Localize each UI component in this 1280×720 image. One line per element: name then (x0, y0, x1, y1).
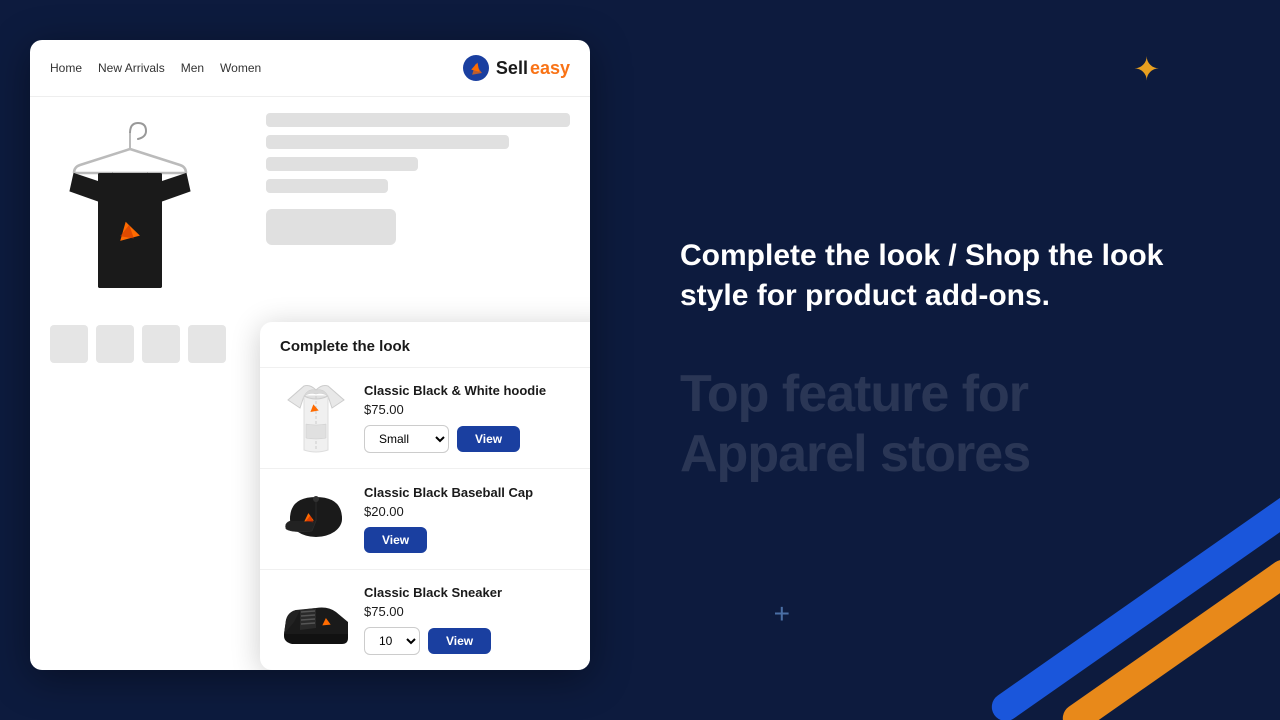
thumb-4[interactable] (188, 325, 226, 363)
logo-icon (462, 54, 490, 82)
cap-details: Classic Black Baseball Cap $20.00 View (364, 485, 590, 553)
nav-new-arrivals[interactable]: New Arrivals (98, 61, 165, 75)
skeleton-title (266, 113, 570, 127)
sub-headline: Top feature for Apparel stores (680, 365, 1220, 485)
skeleton-subtitle (266, 135, 509, 149)
sneaker-svg (280, 592, 352, 648)
hoodie-name: Classic Black & White hoodie (364, 383, 590, 398)
cap-view-button[interactable]: View (364, 527, 427, 553)
skeleton-line3 (266, 157, 418, 171)
navigation-bar: Home New Arrivals Men Women Selleasy (30, 40, 590, 97)
logo-easy: easy (530, 58, 570, 79)
sub-line2: Apparel stores (680, 425, 1220, 485)
product-row-cap: Classic Black Baseball Cap $20.00 View (260, 469, 590, 570)
tshirt-svg (60, 121, 200, 306)
brand-logo: Selleasy (462, 54, 570, 82)
cap-actions: View (364, 527, 590, 553)
sneaker-details: Classic Black Sneaker $75.00 8 9 10 11 1… (364, 585, 590, 655)
browser-panel: Home New Arrivals Men Women Selleasy (0, 0, 620, 720)
thumb-3[interactable] (142, 325, 180, 363)
hoodie-view-button[interactable]: View (457, 426, 520, 452)
nav-women[interactable]: Women (220, 61, 261, 75)
nav-home[interactable]: Home (50, 61, 82, 75)
sub-line1: Top feature for (680, 365, 1220, 425)
sneaker-image (280, 584, 352, 656)
thumbnail-row (50, 325, 250, 363)
cap-svg (282, 489, 350, 549)
skeleton-button (266, 209, 396, 245)
browser-mockup: Home New Arrivals Men Women Selleasy (30, 40, 590, 670)
product-image-section (50, 113, 250, 363)
complete-look-panel: Complete the look (260, 322, 590, 670)
cap-name: Classic Black Baseball Cap (364, 485, 590, 500)
nav-links: Home New Arrivals Men Women (50, 61, 261, 75)
cap-price: $20.00 (364, 504, 590, 519)
product-row-sneaker: Classic Black Sneaker $75.00 8 9 10 11 1… (260, 570, 590, 670)
main-product-image (50, 113, 210, 313)
panel-title: Complete the look (260, 322, 590, 368)
hoodie-size-select[interactable]: Small Medium Large XL (364, 425, 449, 453)
right-panel: Complete the look / Shop the lookstyle f… (620, 0, 1280, 720)
sneaker-size-select[interactable]: 8 9 10 11 12 (364, 627, 420, 655)
sneaker-actions: 8 9 10 11 12 View (364, 627, 590, 655)
hoodie-details: Classic Black & White hoodie $75.00 Smal… (364, 383, 590, 453)
hoodie-actions: Small Medium Large XL View (364, 425, 590, 453)
main-headline: Complete the look / Shop the lookstyle f… (680, 236, 1220, 317)
hanger-wrap (60, 121, 200, 306)
main-container: Home New Arrivals Men Women Selleasy (0, 0, 1280, 720)
product-row-hoodie: Classic Black & White hoodie $75.00 Smal… (260, 368, 590, 469)
hoodie-price: $75.00 (364, 402, 590, 417)
logo-sell: Sell (496, 58, 528, 79)
hoodie-image (280, 382, 352, 454)
sneaker-name: Classic Black Sneaker (364, 585, 590, 600)
thumb-1[interactable] (50, 325, 88, 363)
cap-image (280, 483, 352, 555)
thumb-2[interactable] (96, 325, 134, 363)
nav-men[interactable]: Men (181, 61, 204, 75)
sneaker-price: $75.00 (364, 604, 590, 619)
skeleton-line4 (266, 179, 388, 193)
hoodie-svg (282, 382, 350, 454)
sneaker-view-button[interactable]: View (428, 628, 491, 654)
